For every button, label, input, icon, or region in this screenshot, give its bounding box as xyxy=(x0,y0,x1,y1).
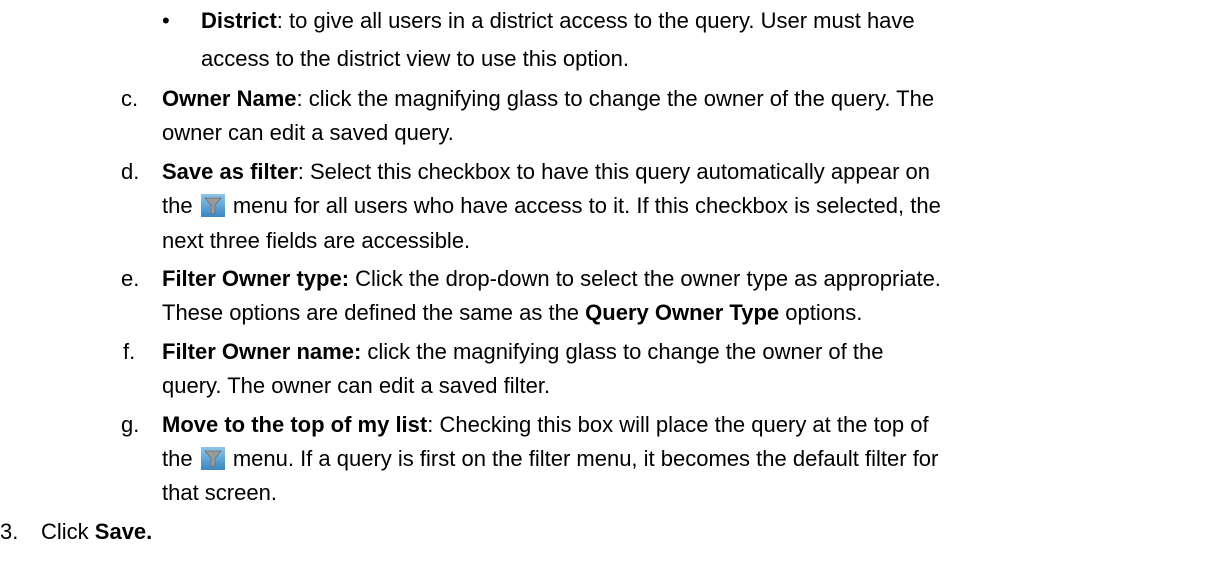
text-after-icon: menu. If a query is first on the filter … xyxy=(226,446,939,471)
district-term: District xyxy=(201,8,277,33)
filter-owner-type-term: Filter Owner type: xyxy=(162,266,350,291)
save-as-filter-line-2: the menu for all users who have access t… xyxy=(162,189,941,222)
bullet-marker: • xyxy=(162,8,170,33)
text-before-icon: the xyxy=(162,446,199,471)
query-owner-type-term: Query Owner Type xyxy=(585,300,780,325)
owner-name-term: Owner Name xyxy=(162,86,297,111)
step-marker-3: 3. xyxy=(0,519,19,544)
owner-name-description: : click the magnifying glass to change t… xyxy=(296,86,935,111)
funnel-filter-icon xyxy=(200,193,225,217)
filter-owner-type-line-1: Filter Owner type: Click the drop-down t… xyxy=(162,262,941,295)
filter-owner-name-description: click the magnifying glass to change the… xyxy=(361,339,884,364)
text-before-icon: the xyxy=(162,193,199,218)
save-as-filter-term: Save as filter xyxy=(162,159,298,184)
owner-name-line-2: owner can edit a saved query. xyxy=(162,120,454,145)
filter-owner-type-line-2: These options are defined the same as th… xyxy=(162,296,862,329)
move-to-top-line-3: that screen. xyxy=(162,480,277,505)
district-line-1: District: to give all users in a distric… xyxy=(201,4,915,37)
item-marker-c: c. xyxy=(121,86,139,111)
save-as-filter-description: : Select this checkbox to have this quer… xyxy=(297,159,930,184)
text-after-icon: menu for all users who have access to it… xyxy=(226,193,941,218)
save-term: Save. xyxy=(94,519,153,544)
text-segment: options. xyxy=(779,300,863,325)
district-line-2: access to the district view to use this … xyxy=(201,46,629,71)
filter-owner-type-description: Click the drop-down to select the owner … xyxy=(349,266,941,291)
funnel-filter-icon xyxy=(200,446,225,470)
item-marker-e: e. xyxy=(121,266,140,291)
step-3-line: Click Save. xyxy=(41,515,152,548)
owner-name-line-1: Owner Name: click the magnifying glass t… xyxy=(162,82,934,115)
text-segment: These options are defined the same as th… xyxy=(162,300,586,325)
filter-owner-name-line-1: Filter Owner name: click the magnifying … xyxy=(162,335,883,368)
district-description: : to give all users in a district access… xyxy=(276,8,915,33)
item-marker-g: g. xyxy=(121,412,140,437)
filter-owner-name-line-2: query. The owner can edit a saved filter… xyxy=(162,373,551,398)
move-to-top-term: Move to the top of my list xyxy=(162,412,428,437)
move-to-top-line-2: the menu. If a query is first on the fil… xyxy=(162,442,938,475)
move-to-top-line-1: Move to the top of my list: Checking thi… xyxy=(162,408,929,441)
move-to-top-description: : Checking this box will place the query… xyxy=(427,412,929,437)
save-as-filter-line-3: next three fields are accessible. xyxy=(162,228,471,253)
item-marker-d: d. xyxy=(121,159,140,184)
item-marker-f: f. xyxy=(123,339,136,364)
document-page: • District: to give all users in a distr… xyxy=(0,0,1210,582)
filter-owner-name-term: Filter Owner name: xyxy=(162,339,362,364)
text-segment: Click xyxy=(41,519,95,544)
save-as-filter-line-1: Save as filter: Select this checkbox to … xyxy=(162,155,930,188)
